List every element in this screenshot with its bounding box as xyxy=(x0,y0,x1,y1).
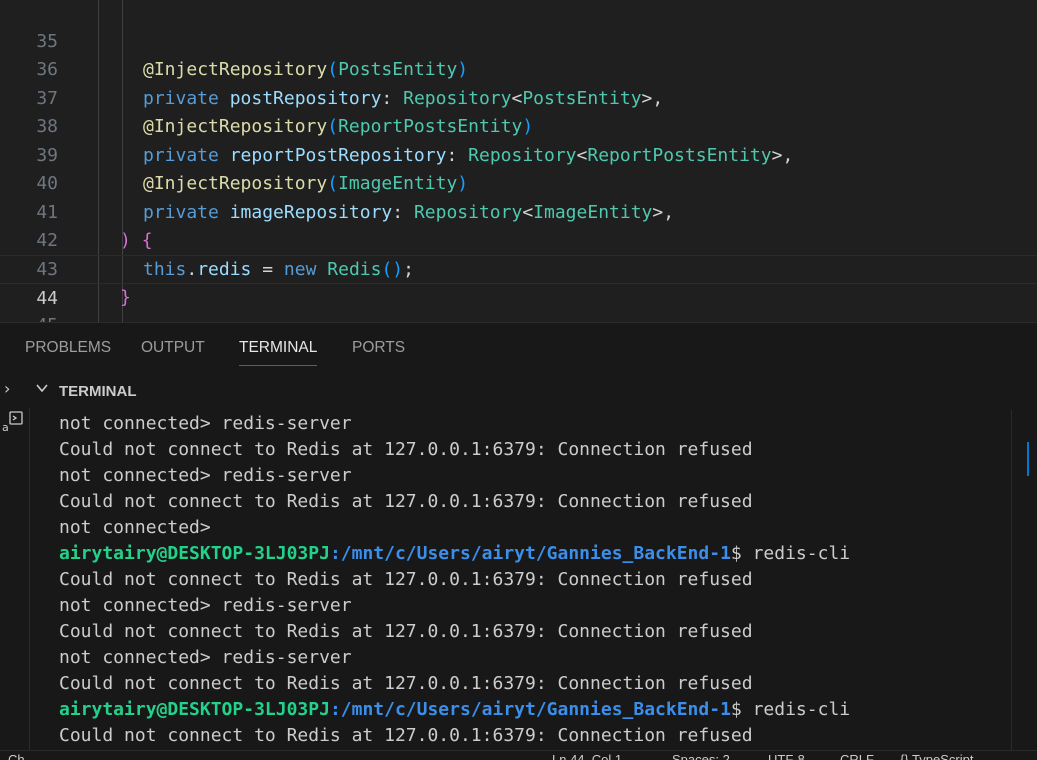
terminal-section-header[interactable]: › TERMINAL xyxy=(0,376,1037,408)
status-indentation[interactable]: Spaces: 2 xyxy=(672,752,730,760)
prompt-path: :/mnt/c/Users/airyt/Gannies_BackEnd-1 xyxy=(329,543,731,564)
terminal-sidebar: a xyxy=(0,408,30,750)
terminal-line: not connected> redis-server xyxy=(59,595,352,616)
terminal-prompt-line: airytairy@DESKTOP-3LJ03PJ:/mnt/c/Users/a… xyxy=(59,541,850,567)
status-eol[interactable]: CRLF xyxy=(840,752,874,760)
panel-tab-bar: PROBLEMS OUTPUT TERMINAL PORTS xyxy=(0,322,1037,376)
terminal-line: Could not connect to Redis at 127.0.0.1:… xyxy=(59,673,753,694)
status-encoding[interactable]: UTF-8 xyxy=(768,752,805,760)
terminal-line: not connected> redis-server xyxy=(59,413,352,434)
terminal-output: not connected> redis-server Could not co… xyxy=(59,411,850,749)
tab-ports[interactable]: PORTS xyxy=(352,339,405,357)
code-line[interactable]: 45 //게시글 조회 xyxy=(0,284,1037,322)
chevron-down-icon-glyph xyxy=(36,384,48,393)
code-line[interactable]: 38 private reportPostRepository: Reposit… xyxy=(0,85,1037,166)
svg-text:a: a xyxy=(2,421,9,432)
status-language[interactable]: {} TypeScript xyxy=(900,752,973,760)
tab-problems[interactable]: PROBLEMS xyxy=(25,339,111,357)
code-line[interactable]: 39 @InjectRepository(ImageEntity) xyxy=(0,113,1037,195)
code-line[interactable]: 35 @InjectRepository(PostsEntity) xyxy=(0,0,1037,81)
status-cursor-position[interactable]: Ln 44, Col 1 xyxy=(552,752,622,760)
code-line-current[interactable]: 44 xyxy=(0,255,1037,309)
code-line[interactable]: 42 this.redis = new Redis(); xyxy=(0,199,1037,280)
terminal-line: Could not connect to Redis at 127.0.0.1:… xyxy=(59,621,753,642)
status-left[interactable]: Ch xyxy=(8,752,25,760)
prompt-path: :/mnt/c/Users/airyt/Gannies_BackEnd-1 xyxy=(329,699,731,720)
prompt-command: $ redis-cli xyxy=(730,699,851,720)
prompt-user: airytairy@DESKTOP-3LJ03PJ xyxy=(59,543,330,564)
terminal-line: Could not connect to Redis at 127.0.0.1:… xyxy=(59,569,753,590)
code-line[interactable]: 37 @InjectRepository(ReportPostsEntity) xyxy=(0,56,1037,138)
code-editor[interactable]: 35 @InjectRepository(PostsEntity) 36 pri… xyxy=(0,0,1037,322)
terminal-prompt-line: airytairy@DESKTOP-3LJ03PJ:/mnt/c/Users/a… xyxy=(59,697,850,723)
scroll-position-marker xyxy=(1027,442,1029,476)
code-line[interactable]: 46 //키값이 없으면 전체조회, 키값이 있으면 조건에 맞는 조회 xyxy=(0,312,1037,322)
terminal-line: Could not connect to Redis at 127.0.0.1:… xyxy=(59,439,753,460)
terminal-line: Could not connect to Redis at 127.0.0.1:… xyxy=(59,491,753,512)
prompt-user: airytairy@DESKTOP-3LJ03PJ xyxy=(59,699,330,720)
code-line[interactable]: 43 } xyxy=(0,227,1037,309)
prompt-command: $ redis-cli xyxy=(730,543,851,564)
tab-terminal[interactable]: TERMINAL xyxy=(239,339,318,366)
terminal-scrollbar[interactable] xyxy=(1011,410,1031,750)
tab-output[interactable]: OUTPUT xyxy=(141,339,205,357)
chevron-right-icon[interactable]: › xyxy=(4,379,10,398)
code-line[interactable]: 36 private postRepository: Repository<Po… xyxy=(0,28,1037,109)
terminal[interactable]: a not connected> redis-server Could not … xyxy=(0,408,1037,750)
code-line[interactable]: 40 private imageRepository: Repository<I… xyxy=(0,142,1037,223)
terminal-section-title: TERMINAL xyxy=(59,383,137,400)
terminal-line: Could not connect to Redis at 127.0.0.1:… xyxy=(59,725,753,746)
terminal-shell-icon[interactable]: a xyxy=(2,410,24,432)
status-bar: Ch Ln 44, Col 1 Spaces: 2 UTF-8 CRLF {} … xyxy=(0,750,1037,760)
code-line[interactable]: 41 ) { xyxy=(0,170,1037,252)
terminal-line: not connected> redis-server xyxy=(59,647,352,668)
terminal-line: not connected> xyxy=(59,517,211,538)
chevron-down-icon[interactable] xyxy=(35,381,49,399)
terminal-line: not connected> redis-server xyxy=(59,465,352,486)
